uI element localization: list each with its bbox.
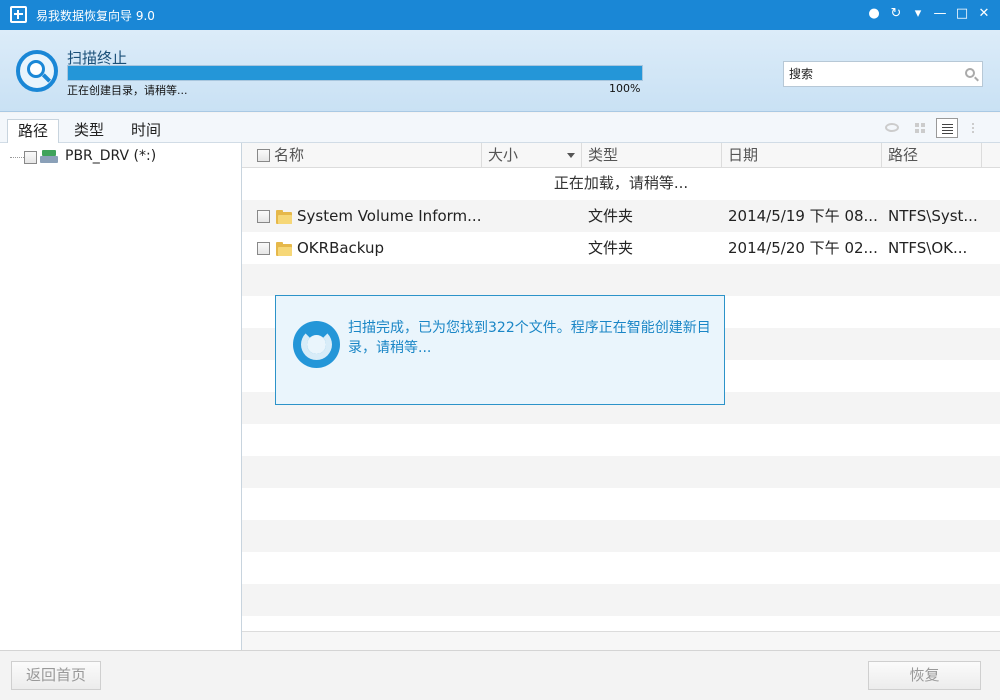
window-title: 易我数据恢复向导 9.0 — [36, 9, 155, 23]
empty-row — [242, 552, 1000, 584]
empty-row — [242, 264, 1000, 296]
row-checkbox[interactable] — [257, 242, 270, 255]
recover-button[interactable]: 恢复 — [868, 661, 981, 690]
table-row[interactable]: System Volume Inform... 文件夹 2014/5/19 下午… — [242, 200, 1000, 232]
sort-arrow-icon — [567, 153, 575, 158]
close-icon[interactable]: ✕ — [974, 4, 994, 24]
title-bar: 易我数据恢复向导 9.0 ● ↻ ▾ — □ ✕ — [0, 0, 1000, 30]
column-type[interactable]: 类型 — [582, 143, 722, 168]
search-input[interactable] — [784, 62, 954, 86]
chat-icon[interactable]: ● — [864, 4, 884, 24]
menu-dropdown-icon[interactable]: ▾ — [908, 4, 928, 24]
tab-path[interactable]: 路径 — [7, 119, 60, 143]
refresh-icon[interactable]: ↻ — [886, 4, 906, 24]
column-size-label: 大小 — [488, 146, 519, 164]
maximize-icon[interactable]: □ — [952, 4, 972, 24]
row-type: 文件夹 — [588, 239, 634, 257]
row-checkbox[interactable] — [257, 210, 270, 223]
list-view-icon[interactable] — [936, 118, 958, 138]
column-path-label: 路径 — [888, 146, 919, 164]
column-header-row: 名称 大小 类型 日期 路径 — [242, 143, 1000, 168]
scan-magnifier-icon — [16, 50, 58, 92]
folder-icon — [276, 210, 292, 224]
scan-sub-status: 正在创建目录，请稍等... — [67, 84, 188, 97]
tabs-row: 路径 类型 时间 — [0, 113, 1000, 143]
empty-row — [242, 488, 1000, 520]
row-type: 文件夹 — [588, 207, 634, 225]
back-home-button[interactable]: 返回首页 — [11, 661, 101, 690]
scan-percent: 100% — [609, 82, 641, 95]
detail-view-icon[interactable] — [964, 118, 986, 138]
column-name[interactable]: 名称 — [242, 143, 482, 168]
folder-icon — [276, 242, 292, 256]
column-date[interactable]: 日期 — [722, 143, 882, 168]
folder-tree-panel: PBR_DRV (*:) — [0, 143, 242, 650]
tree-drive-checkbox[interactable] — [24, 151, 37, 164]
row-path: NTFS\OK... — [888, 239, 968, 257]
horizontal-scrollbar[interactable] — [242, 631, 1000, 650]
row-name: System Volume Inform... — [297, 207, 482, 225]
tree-drive-label: PBR_DRV (*:) — [65, 148, 157, 164]
loading-message: 正在加载，请稍等... — [553, 174, 689, 192]
thumbnail-view-icon[interactable] — [910, 118, 932, 138]
scan-progress-fill — [68, 66, 642, 80]
row-path: NTFS\Syst... — [888, 207, 978, 225]
column-size[interactable]: 大小 — [482, 143, 582, 168]
scan-progress-bar — [67, 65, 643, 81]
tab-time[interactable]: 时间 — [121, 119, 171, 143]
column-type-label: 类型 — [588, 146, 619, 164]
app-icon — [10, 6, 27, 23]
preview-eye-icon[interactable] — [882, 118, 904, 138]
empty-row — [242, 456, 1000, 488]
select-all-checkbox[interactable] — [257, 149, 270, 162]
drive-icon — [40, 150, 60, 164]
minimize-icon[interactable]: — — [930, 4, 950, 24]
scan-header: 扫描终止 正在创建目录，请稍等... 100% — [0, 30, 1000, 112]
bottom-bar: 返回首页 恢复 — [0, 650, 1000, 700]
empty-row — [242, 584, 1000, 616]
loading-spinner-icon — [293, 321, 340, 368]
row-date: 2014/5/20 下午 02... — [728, 239, 878, 257]
column-path[interactable]: 路径 — [882, 143, 982, 168]
row-date: 2014/5/19 下午 08... — [728, 207, 878, 225]
search-icon[interactable] — [965, 68, 975, 78]
table-row[interactable]: OKRBackup 文件夹 2014/5/20 下午 02... NTFS\OK… — [242, 232, 1000, 264]
dialog-message: 扫描完成，已为您找到322个文件。程序正在智能创建新目录，请稍等... — [348, 320, 711, 356]
tab-type[interactable]: 类型 — [64, 119, 114, 143]
empty-row — [242, 520, 1000, 552]
row-name: OKRBackup — [297, 239, 385, 257]
column-name-label: 名称 — [274, 146, 305, 164]
column-date-label: 日期 — [728, 146, 759, 164]
search-box — [783, 61, 983, 87]
empty-row — [242, 424, 1000, 456]
scan-complete-dialog: 扫描完成，已为您找到322个文件。程序正在智能创建新目录，请稍等... — [275, 295, 725, 405]
